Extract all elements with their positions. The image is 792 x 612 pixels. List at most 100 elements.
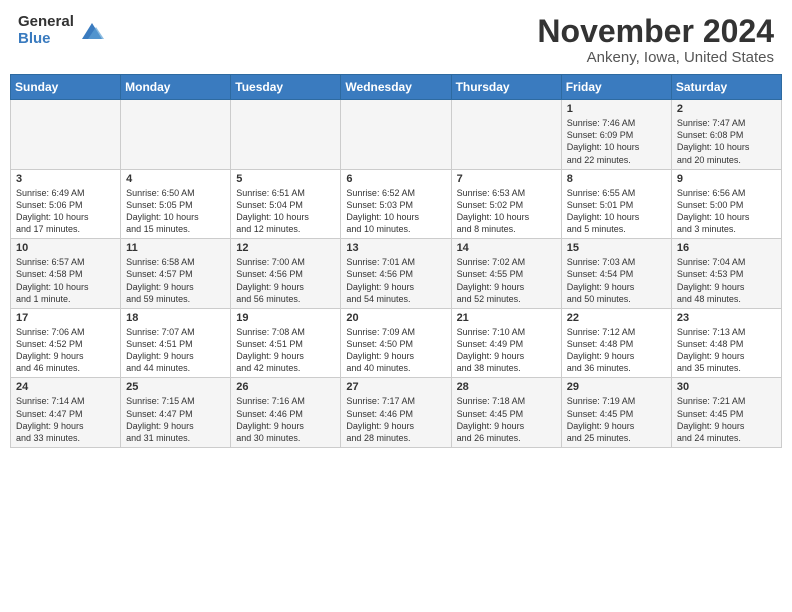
calendar-cell	[341, 100, 451, 170]
calendar-cell: 24 Sunrise: 7:14 AM Sunset: 4:47 PM Dayli…	[11, 378, 121, 448]
day-info: Sunrise: 6:53 AM Sunset: 5:02 PM Dayligh…	[457, 187, 556, 236]
day-number: 20	[346, 312, 445, 324]
weekday-header-sunday: Sunday	[11, 75, 121, 100]
calendar-cell: 28 Sunrise: 7:18 AM Sunset: 4:45 PM Dayli…	[451, 378, 561, 448]
weekday-header-saturday: Saturday	[671, 75, 781, 100]
day-number: 16	[677, 242, 776, 254]
calendar-header: SundayMondayTuesdayWednesdayThursdayFrid…	[11, 75, 782, 100]
weekday-header-friday: Friday	[561, 75, 671, 100]
day-info: Sunrise: 7:16 AM Sunset: 4:46 PM Dayligh…	[236, 395, 335, 444]
day-number: 23	[677, 312, 776, 324]
day-number: 29	[567, 381, 666, 393]
calendar: SundayMondayTuesdayWednesdayThursdayFrid…	[0, 74, 792, 612]
day-number: 19	[236, 312, 335, 324]
day-number: 13	[346, 242, 445, 254]
day-info: Sunrise: 7:19 AM Sunset: 4:45 PM Dayligh…	[567, 395, 666, 444]
calendar-cell: 18Sunrise: 7:07 AM Sunset: 4:51 PM Dayli…	[121, 308, 231, 378]
calendar-cell: 25 Sunrise: 7:15 AM Sunset: 4:47 PM Dayli…	[121, 378, 231, 448]
day-number: 18	[126, 312, 225, 324]
day-info: Sunrise: 6:52 AM Sunset: 5:03 PM Dayligh…	[346, 187, 445, 236]
calendar-cell: 10 Sunrise: 6:57 AM Sunset: 4:58 PM Dayli…	[11, 239, 121, 309]
calendar-cell: 2Sunrise: 7:47 AM Sunset: 6:08 PM Daylig…	[671, 100, 781, 170]
day-info: Sunrise: 7:12 AM Sunset: 4:48 PM Dayligh…	[567, 326, 666, 375]
day-number: 30	[677, 381, 776, 393]
calendar-cell: 4 Sunrise: 6:50 AM Sunset: 5:05 PM Daylig…	[121, 169, 231, 239]
calendar-cell: 22 Sunrise: 7:12 AM Sunset: 4:48 PM Dayli…	[561, 308, 671, 378]
logo: General Blue	[18, 14, 106, 47]
day-number: 8	[567, 173, 666, 185]
day-info: Sunrise: 7:01 AM Sunset: 4:56 PM Dayligh…	[346, 256, 445, 305]
day-number: 9	[677, 173, 776, 185]
day-number: 22	[567, 312, 666, 324]
day-number: 21	[457, 312, 556, 324]
day-info: Sunrise: 7:04 AM Sunset: 4:53 PM Dayligh…	[677, 256, 776, 305]
calendar-cell: 7 Sunrise: 6:53 AM Sunset: 5:02 PM Daylig…	[451, 169, 561, 239]
calendar-cell: 23 Sunrise: 7:13 AM Sunset: 4:48 PM Dayli…	[671, 308, 781, 378]
day-info: Sunrise: 7:18 AM Sunset: 4:45 PM Dayligh…	[457, 395, 556, 444]
calendar-cell: 29 Sunrise: 7:19 AM Sunset: 4:45 PM Dayli…	[561, 378, 671, 448]
week-row-0: 1 Sunrise: 7:46 AM Sunset: 6:09 PM Daylig…	[11, 100, 782, 170]
day-number: 25	[126, 381, 225, 393]
calendar-cell: 26Sunrise: 7:16 AM Sunset: 4:46 PM Dayli…	[231, 378, 341, 448]
day-number: 3	[16, 173, 115, 185]
day-number: 12	[236, 242, 335, 254]
weekday-header-tuesday: Tuesday	[231, 75, 341, 100]
day-info: Sunrise: 6:49 AM Sunset: 5:06 PM Dayligh…	[16, 187, 115, 236]
day-number: 4	[126, 173, 225, 185]
day-info: Sunrise: 6:57 AM Sunset: 4:58 PM Dayligh…	[16, 256, 115, 305]
weekday-row: SundayMondayTuesdayWednesdayThursdayFrid…	[11, 75, 782, 100]
calendar-cell: 21 Sunrise: 7:10 AM Sunset: 4:49 PM Dayli…	[451, 308, 561, 378]
day-number: 14	[457, 242, 556, 254]
day-info: Sunrise: 6:50 AM Sunset: 5:05 PM Dayligh…	[126, 187, 225, 236]
location: Ankeny, Iowa, United States	[537, 49, 774, 66]
day-info: Sunrise: 6:56 AM Sunset: 5:00 PM Dayligh…	[677, 187, 776, 236]
day-info: Sunrise: 7:46 AM Sunset: 6:09 PM Dayligh…	[567, 117, 666, 166]
day-info: Sunrise: 6:51 AM Sunset: 5:04 PM Dayligh…	[236, 187, 335, 236]
week-row-4: 24 Sunrise: 7:14 AM Sunset: 4:47 PM Dayli…	[11, 378, 782, 448]
page: General Blue November 2024 Ankeny, Iowa,…	[0, 0, 792, 612]
logo-blue-text: Blue	[18, 31, 74, 48]
calendar-cell: 12 Sunrise: 7:00 AM Sunset: 4:56 PM Dayli…	[231, 239, 341, 309]
day-number: 15	[567, 242, 666, 254]
day-info: Sunrise: 6:55 AM Sunset: 5:01 PM Dayligh…	[567, 187, 666, 236]
day-number: 5	[236, 173, 335, 185]
week-row-2: 10 Sunrise: 6:57 AM Sunset: 4:58 PM Dayli…	[11, 239, 782, 309]
day-info: Sunrise: 7:17 AM Sunset: 4:46 PM Dayligh…	[346, 395, 445, 444]
calendar-cell: 27 Sunrise: 7:17 AM Sunset: 4:46 PM Dayli…	[341, 378, 451, 448]
day-info: Sunrise: 7:14 AM Sunset: 4:47 PM Dayligh…	[16, 395, 115, 444]
day-info: Sunrise: 7:08 AM Sunset: 4:51 PM Dayligh…	[236, 326, 335, 375]
day-info: Sunrise: 7:10 AM Sunset: 4:49 PM Dayligh…	[457, 326, 556, 375]
day-info: Sunrise: 7:13 AM Sunset: 4:48 PM Dayligh…	[677, 326, 776, 375]
day-number: 1	[567, 103, 666, 115]
calendar-cell: 3 Sunrise: 6:49 AM Sunset: 5:06 PM Daylig…	[11, 169, 121, 239]
day-info: Sunrise: 7:02 AM Sunset: 4:55 PM Dayligh…	[457, 256, 556, 305]
calendar-cell: 1 Sunrise: 7:46 AM Sunset: 6:09 PM Daylig…	[561, 100, 671, 170]
calendar-cell: 17Sunrise: 7:06 AM Sunset: 4:52 PM Dayli…	[11, 308, 121, 378]
day-number: 7	[457, 173, 556, 185]
calendar-cell: 14 Sunrise: 7:02 AM Sunset: 4:55 PM Dayli…	[451, 239, 561, 309]
calendar-body: 1 Sunrise: 7:46 AM Sunset: 6:09 PM Daylig…	[11, 100, 782, 448]
calendar-cell: 11Sunrise: 6:58 AM Sunset: 4:57 PM Dayli…	[121, 239, 231, 309]
day-info: Sunrise: 7:00 AM Sunset: 4:56 PM Dayligh…	[236, 256, 335, 305]
day-number: 24	[16, 381, 115, 393]
day-number: 10	[16, 242, 115, 254]
calendar-cell: 20Sunrise: 7:09 AM Sunset: 4:50 PM Dayli…	[341, 308, 451, 378]
day-number: 28	[457, 381, 556, 393]
calendar-cell: 5 Sunrise: 6:51 AM Sunset: 5:04 PM Daylig…	[231, 169, 341, 239]
calendar-cell: 30Sunrise: 7:21 AM Sunset: 4:45 PM Dayli…	[671, 378, 781, 448]
calendar-cell: 19 Sunrise: 7:08 AM Sunset: 4:51 PM Dayli…	[231, 308, 341, 378]
logo-general-text: General	[18, 14, 74, 31]
header: General Blue November 2024 Ankeny, Iowa,…	[0, 0, 792, 74]
day-number: 27	[346, 381, 445, 393]
title-block: November 2024 Ankeny, Iowa, United State…	[537, 14, 774, 66]
day-info: Sunrise: 7:15 AM Sunset: 4:47 PM Dayligh…	[126, 395, 225, 444]
calendar-cell	[231, 100, 341, 170]
calendar-cell	[451, 100, 561, 170]
day-info: Sunrise: 7:03 AM Sunset: 4:54 PM Dayligh…	[567, 256, 666, 305]
calendar-table: SundayMondayTuesdayWednesdayThursdayFrid…	[10, 74, 782, 448]
day-info: Sunrise: 6:58 AM Sunset: 4:57 PM Dayligh…	[126, 256, 225, 305]
logo-icon	[78, 17, 106, 45]
calendar-cell: 8 Sunrise: 6:55 AM Sunset: 5:01 PM Daylig…	[561, 169, 671, 239]
weekday-header-monday: Monday	[121, 75, 231, 100]
weekday-header-thursday: Thursday	[451, 75, 561, 100]
